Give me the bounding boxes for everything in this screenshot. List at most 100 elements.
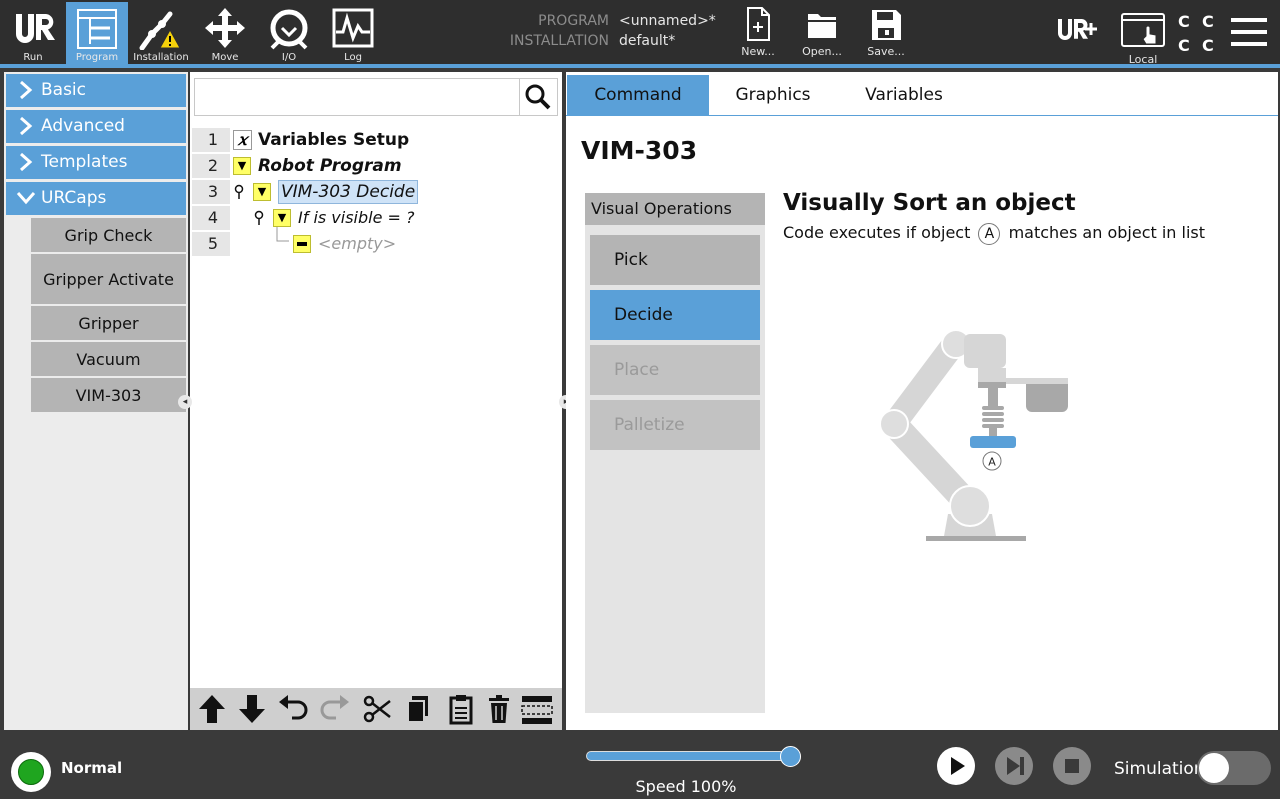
tree-node-robot-program[interactable]: Robot Program <box>258 154 402 178</box>
urcap-gripper[interactable]: Gripper <box>31 306 186 340</box>
urcap-vim-303[interactable]: VIM-303 <box>31 378 186 412</box>
tree-search-button[interactable] <box>519 79 557 115</box>
program-name: <unnamed>* <box>619 13 716 29</box>
empty-node-icon <box>293 235 311 253</box>
nav-io-button[interactable]: I/O <box>258 2 320 64</box>
nav-installation-label: Installation <box>133 52 189 63</box>
step-button[interactable] <box>995 747 1033 785</box>
ur-logo-icon <box>16 14 55 43</box>
pin-icon <box>234 184 244 199</box>
operation-description-text: matches an object in list <box>1008 223 1206 242</box>
tree-search-box[interactable] <box>194 78 558 116</box>
log-chart-icon <box>332 8 374 48</box>
io-icon <box>270 9 308 50</box>
collapse-triangle-icon[interactable]: ▼ <box>253 183 271 201</box>
operation-description-text: Code executes if object <box>783 223 971 242</box>
bottom-status-bar: Normal Speed 100% Simulation <box>0 735 1280 799</box>
op-palletize-button[interactable]: Palletize <box>590 400 760 450</box>
save-program-button[interactable]: Save... <box>861 6 911 62</box>
speed-slider-handle[interactable] <box>780 746 801 767</box>
tab-underline <box>566 115 1278 116</box>
category-templates[interactable]: Templates <box>6 146 186 179</box>
category-urcaps[interactable]: URCaps <box>6 182 186 215</box>
collapse-triangle-icon[interactable]: ▼ <box>233 157 251 175</box>
category-advanced-label: Advanced <box>41 116 125 136</box>
cc-indicator[interactable]: C C C C <box>1176 10 1220 56</box>
tree-search-input[interactable] <box>199 83 517 111</box>
local-control-button[interactable]: Local <box>1118 10 1168 66</box>
program-label: PROGRAM <box>538 13 609 29</box>
urcap-vacuum[interactable]: Vacuum <box>31 342 186 376</box>
robot-object-marker: A <box>988 456 996 469</box>
tree-line-number: 4 <box>192 206 230 230</box>
pin-icon <box>254 210 264 225</box>
suppress-node-icon[interactable] <box>520 692 554 726</box>
undo-icon[interactable] <box>276 692 310 726</box>
nav-installation-button[interactable]: Installation <box>130 2 192 64</box>
visual-operations-header: Visual Operations <box>585 193 765 225</box>
chevron-right-icon <box>20 80 33 100</box>
category-basic-label: Basic <box>41 80 87 100</box>
step-forward-icon <box>1007 757 1024 775</box>
save-program-label: Save... <box>867 45 905 58</box>
cut-scissors-icon[interactable] <box>360 692 394 726</box>
stop-button[interactable] <box>1053 747 1091 785</box>
nav-move-label: Move <box>211 52 239 63</box>
sidebar-collapse-handle[interactable]: ◂ <box>178 395 192 409</box>
delete-trash-icon[interactable] <box>482 692 516 726</box>
nav-move-button[interactable]: Move <box>194 2 256 64</box>
nav-run-button[interactable]: Run <box>2 2 64 64</box>
object-marker-badge: A <box>978 223 1001 245</box>
robot-status-indicator[interactable] <box>11 752 51 792</box>
open-program-label: Open... <box>802 45 842 58</box>
new-program-label: New... <box>741 45 775 58</box>
urplus-icon[interactable] <box>1055 15 1099 49</box>
tree-node-if-visible[interactable]: If is visible = ? <box>298 206 415 230</box>
category-urcaps-label: URCaps <box>41 188 107 208</box>
top-bar-accent-line <box>0 64 1280 68</box>
category-basic[interactable]: Basic <box>6 74 186 107</box>
nav-log-button[interactable]: Log <box>322 2 384 64</box>
play-button[interactable] <box>937 747 975 785</box>
tree-node-variables-setup[interactable]: Variables Setup <box>258 128 409 152</box>
hamburger-menu-icon[interactable] <box>1229 14 1269 50</box>
nav-run-label: Run <box>23 52 43 63</box>
op-decide-button[interactable]: Decide <box>590 290 760 340</box>
tree-node-empty[interactable]: <empty> <box>318 232 396 256</box>
op-pick-button[interactable]: Pick <box>590 235 760 285</box>
tree-line-number: 3 <box>192 180 230 204</box>
urcap-gripper-activate[interactable]: Gripper Activate <box>31 254 186 304</box>
variables-x-icon: 𝑥 <box>233 130 252 150</box>
tree-node-vim-decide-selected[interactable]: VIM-303 Decide <box>278 180 419 204</box>
open-program-button[interactable]: Open... <box>797 6 847 62</box>
operation-title: Visually Sort an object <box>783 190 1076 216</box>
local-control-label: Local <box>1128 53 1158 66</box>
tab-variables[interactable]: Variables <box>846 75 962 115</box>
category-advanced[interactable]: Advanced <box>6 110 186 143</box>
command-title: VIM-303 <box>581 136 698 165</box>
top-bar: Run Program Installation Move I/O Log PR… <box>0 0 1280 68</box>
copy-icon[interactable] <box>402 692 436 726</box>
redo-icon[interactable] <box>318 692 352 726</box>
move-down-arrow-icon[interactable] <box>235 692 269 726</box>
urcap-grip-check[interactable]: Grip Check <box>31 218 186 252</box>
move-up-arrow-icon[interactable] <box>195 692 229 726</box>
op-place-button[interactable]: Place <box>590 345 760 395</box>
collapse-triangle-icon[interactable]: ▼ <box>273 209 291 227</box>
play-icon <box>951 757 965 775</box>
nav-program-button[interactable]: Program <box>66 2 128 64</box>
tree-line-number: 1 <box>192 128 230 152</box>
tab-graphics[interactable]: Graphics <box>716 75 830 115</box>
speed-slider-track[interactable] <box>586 751 792 761</box>
stop-icon <box>1065 759 1079 773</box>
tree-line-number: 2 <box>192 154 230 178</box>
program-icon <box>77 9 117 49</box>
status-green-light-icon <box>18 759 44 785</box>
paste-clipboard-icon[interactable] <box>444 692 478 726</box>
tree-connector-line <box>276 227 289 242</box>
simulation-toggle[interactable] <box>1197 751 1271 785</box>
installation-label: INSTALLATION <box>509 33 609 49</box>
move-arrows-icon <box>205 8 245 48</box>
new-program-button[interactable]: New... <box>733 6 783 62</box>
tab-command[interactable]: Command <box>567 75 709 115</box>
